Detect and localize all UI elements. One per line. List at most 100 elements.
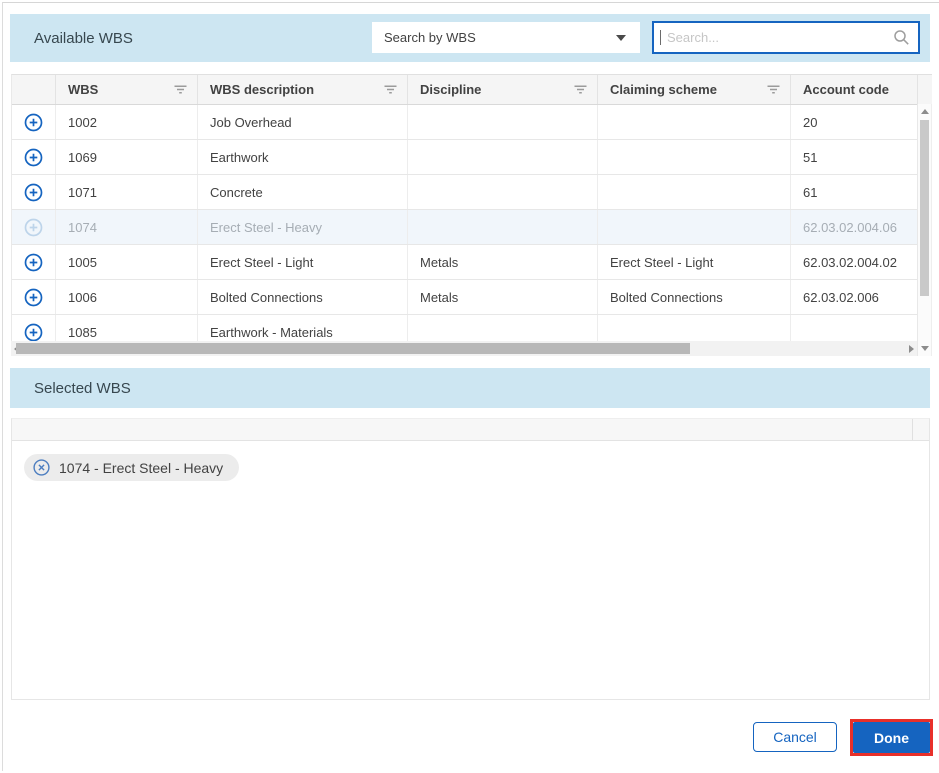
filter-lines-icon[interactable] (574, 85, 587, 94)
horizontal-scrollbar[interactable] (11, 341, 917, 356)
plus-circle-icon (24, 113, 43, 131)
table-row-1002[interactable]: 1002 Job Overhead 20 (12, 105, 932, 140)
wbs-cell: 1002 (56, 105, 198, 139)
x-circle-icon[interactable] (33, 459, 50, 476)
column-header-account-code: Account code (791, 75, 918, 104)
table-row-1085[interactable]: 1085 Earthwork - Materials (12, 315, 932, 342)
description-cell: Job Overhead (198, 105, 408, 139)
table-body: 1002 Job Overhead 20 1069 Earthwork 51 1071 Con… (12, 105, 932, 342)
add-cell (12, 140, 56, 174)
plus-circle-icon (24, 253, 43, 271)
add-wbs-button[interactable] (24, 183, 43, 202)
account-code-cell (791, 315, 918, 342)
selected-panel-header (12, 419, 929, 441)
panel-header-spacer (912, 419, 929, 440)
claiming-scheme-cell (598, 175, 791, 209)
vertical-scrollbar-thumb[interactable] (920, 120, 929, 296)
header-scrollbar-spacer (918, 75, 933, 104)
column-label: WBS description (210, 82, 315, 97)
search-mode-value: Search by WBS (384, 30, 476, 45)
chevron-down-icon (616, 34, 626, 41)
add-wbs-button[interactable] (24, 323, 43, 342)
column-header-discipline: Discipline (408, 75, 598, 104)
account-code-cell: 51 (791, 140, 918, 174)
column-label: Discipline (420, 82, 482, 97)
column-label: Claiming scheme (610, 82, 717, 97)
description-cell: Erect Steel - Light (198, 245, 408, 279)
column-header-wbs-description: WBS description (198, 75, 408, 104)
description-cell: Erect Steel - Heavy (198, 210, 408, 244)
filter-lines-icon[interactable] (384, 85, 397, 94)
table-row-1005[interactable]: 1005 Erect Steel - Light Metals Erect Steel… (12, 245, 932, 280)
scroll-right-icon[interactable] (909, 344, 914, 353)
scroll-up-icon[interactable] (921, 109, 929, 114)
column-label: Account code (803, 82, 889, 97)
selected-chip-area: 1074 - Erect Steel - Heavy (12, 441, 929, 494)
scroll-down-icon[interactable] (921, 346, 929, 351)
column-header-wbs: WBS (56, 75, 198, 104)
plus-circle-icon (24, 218, 43, 236)
table-row-1071[interactable]: 1071 Concrete 61 (12, 175, 932, 210)
search-input[interactable] (661, 30, 893, 45)
filter-lines-icon[interactable] (767, 85, 780, 94)
wbs-cell: 1006 (56, 280, 198, 314)
account-code-cell: 20 (791, 105, 918, 139)
claiming-scheme-cell (598, 105, 791, 139)
selected-wbs-title: Selected WBS (34, 379, 131, 397)
discipline-cell (408, 175, 598, 209)
discipline-cell (408, 105, 598, 139)
search-mode-dropdown[interactable]: Search by WBS (372, 22, 640, 53)
add-cell (12, 315, 56, 342)
plus-circle-icon (24, 323, 43, 341)
account-code-cell: 62.03.02.004.06 (791, 210, 918, 244)
search-icon (894, 30, 909, 45)
plus-circle-icon (24, 288, 43, 306)
table-row-1074: 1074 Erect Steel - Heavy 62.03.02.004.06 (12, 210, 932, 245)
description-cell: Concrete (198, 175, 408, 209)
available-wbs-title: Available WBS (34, 29, 133, 47)
claiming-scheme-cell (598, 140, 791, 174)
selected-wbs-chip: 1074 - Erect Steel - Heavy (24, 454, 240, 481)
add-cell (12, 280, 56, 314)
wbs-cell: 1071 (56, 175, 198, 209)
column-label: WBS (68, 82, 99, 97)
add-wbs-button (24, 218, 43, 237)
selected-wbs-panel: 1074 - Erect Steel - Heavy (11, 418, 930, 700)
claiming-scheme-cell: Bolted Connections (598, 280, 791, 314)
table-row-1006[interactable]: 1006 Bolted Connections Metals Bolted Conne… (12, 280, 932, 315)
account-code-cell: 62.03.02.006 (791, 280, 918, 314)
table-header-row: WBS WBS description Discipline Claiming sch… (12, 75, 932, 105)
discipline-cell (408, 315, 598, 342)
add-cell (12, 245, 56, 279)
discipline-cell (408, 210, 598, 244)
discipline-cell: Metals (408, 245, 598, 279)
wbs-cell: 1069 (56, 140, 198, 174)
add-wbs-button[interactable] (24, 288, 43, 307)
add-wbs-button[interactable] (24, 253, 43, 272)
chip-label: 1074 - Erect Steel - Heavy (59, 459, 224, 476)
selected-wbs-header-bar: Selected WBS (10, 368, 930, 408)
wbs-cell: 1074 (56, 210, 198, 244)
account-code-cell: 62.03.02.004.02 (791, 245, 918, 279)
claiming-scheme-cell (598, 315, 791, 342)
vertical-scrollbar[interactable] (917, 104, 932, 356)
discipline-cell: Metals (408, 280, 598, 314)
table-row-1069[interactable]: 1069 Earthwork 51 (12, 140, 932, 175)
available-wbs-table: WBS WBS description Discipline Claiming sch… (11, 74, 932, 342)
search-box[interactable] (652, 21, 920, 54)
done-button-highlight: Done (850, 719, 933, 756)
claiming-scheme-cell: Erect Steel - Light (598, 245, 791, 279)
wbs-cell: 1005 (56, 245, 198, 279)
add-cell (12, 175, 56, 209)
add-cell (12, 105, 56, 139)
filter-lines-icon[interactable] (174, 85, 187, 94)
add-wbs-button[interactable] (24, 148, 43, 167)
claiming-scheme-cell (598, 210, 791, 244)
add-wbs-button[interactable] (24, 113, 43, 132)
cancel-button[interactable]: Cancel (753, 722, 837, 752)
column-header-claiming-scheme: Claiming scheme (598, 75, 791, 104)
done-button[interactable]: Done (853, 722, 930, 753)
description-cell: Earthwork - Materials (198, 315, 408, 342)
horizontal-scrollbar-thumb[interactable] (16, 343, 690, 354)
column-header-add (12, 75, 56, 104)
